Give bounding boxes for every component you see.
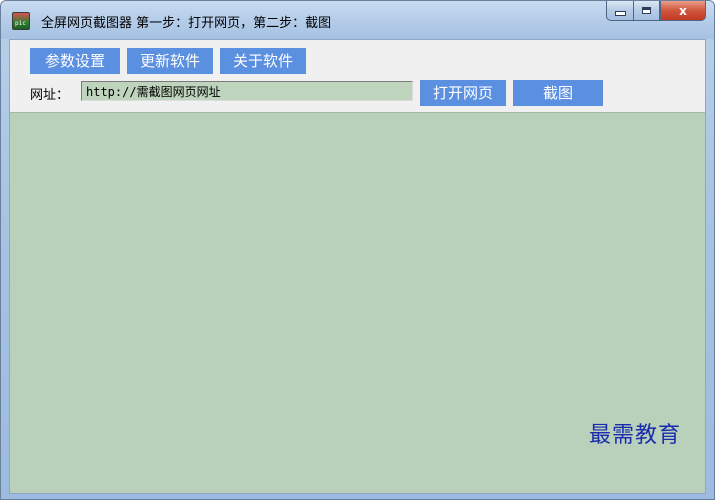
caption-buttons: x bbox=[606, 1, 706, 23]
about-software-button[interactable]: 关于软件 bbox=[220, 48, 306, 74]
close-icon: x bbox=[679, 3, 687, 18]
screenshot-button[interactable]: 截图 bbox=[513, 80, 603, 106]
update-software-button[interactable]: 更新软件 bbox=[127, 48, 213, 74]
open-page-button[interactable]: 打开网页 bbox=[420, 80, 506, 106]
title-bar[interactable]: pic 全屏网页截图器 第一步：打开网页，第二步：截图 x bbox=[1, 1, 714, 39]
app-window: pic 全屏网页截图器 第一步：打开网页，第二步：截图 x 参数设置 更新软件 … bbox=[0, 0, 715, 500]
window-title: 全屏网页截图器 第一步：打开网页，第二步：截图 bbox=[41, 16, 332, 31]
toolbar: 参数设置 更新软件 关于软件 网址： 打开网页 截图 bbox=[10, 40, 705, 112]
url-label: 网址： bbox=[30, 88, 70, 103]
maximize-icon bbox=[642, 7, 651, 14]
maximize-button[interactable] bbox=[633, 1, 660, 21]
minimize-button[interactable] bbox=[606, 1, 633, 21]
params-settings-button[interactable]: 参数设置 bbox=[30, 48, 120, 74]
app-icon: pic bbox=[12, 12, 30, 30]
minimize-icon bbox=[614, 11, 626, 16]
close-button[interactable]: x bbox=[660, 1, 706, 21]
url-input[interactable] bbox=[81, 81, 413, 101]
watermark-text: 最需教育 bbox=[589, 423, 682, 448]
app-icon-label: pic bbox=[15, 20, 26, 27]
